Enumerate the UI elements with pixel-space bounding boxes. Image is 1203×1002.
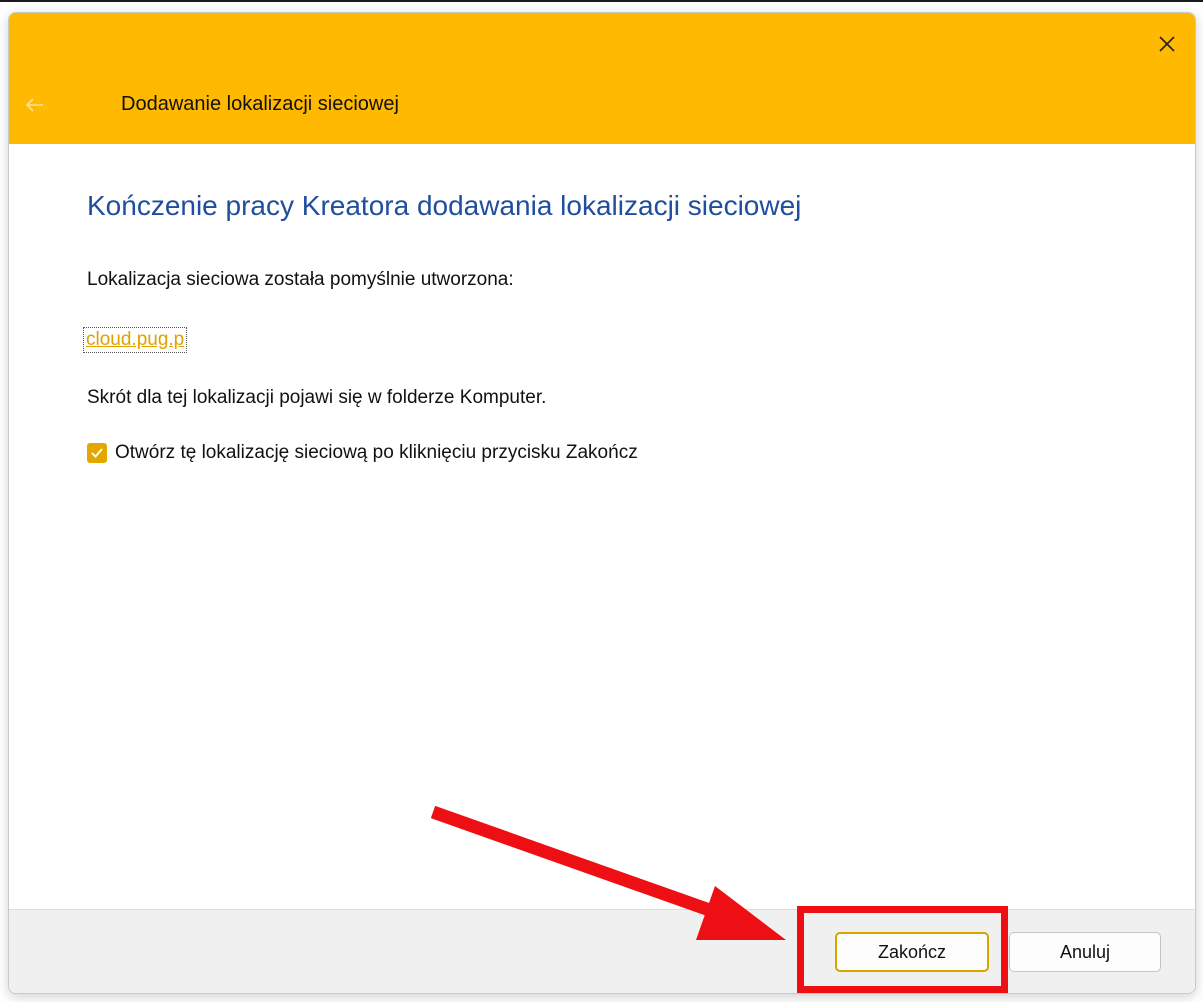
network-location-link[interactable]: cloud.pug.p bbox=[82, 327, 188, 353]
window-title: Dodawanie lokalizacji sieciowej bbox=[121, 93, 399, 115]
success-text: Lokalizacja sieciowa została pomyślnie u… bbox=[87, 269, 514, 290]
cancel-button[interactable]: Anuluj bbox=[1009, 932, 1161, 972]
finish-button[interactable]: Zakończ bbox=[835, 932, 989, 972]
wizard-content: Kończenie pracy Kreatora dodawania lokal… bbox=[9, 144, 1195, 909]
back-arrow-icon bbox=[25, 98, 43, 112]
open-location-checkbox[interactable] bbox=[87, 443, 107, 463]
back-button[interactable] bbox=[15, 85, 55, 125]
open-location-checkbox-label: Otwórz tę lokalizację sieciową po klikni… bbox=[115, 442, 638, 463]
wizard-footer: Zakończ Anuluj bbox=[9, 909, 1195, 993]
open-location-option[interactable]: Otwórz tę lokalizację sieciową po klikni… bbox=[87, 442, 638, 464]
title-bar: Dodawanie lokalizacji sieciowej bbox=[9, 13, 1195, 144]
shortcut-text: Skrót dla tej lokalizacji pojawi się w f… bbox=[87, 387, 547, 408]
screen-top-border bbox=[0, 0, 1203, 2]
close-icon bbox=[1159, 36, 1175, 52]
checkmark-icon bbox=[91, 448, 103, 458]
close-button[interactable] bbox=[1139, 13, 1195, 75]
page-heading: Kończenie pracy Kreatora dodawania lokal… bbox=[87, 190, 802, 221]
wizard-window: Dodawanie lokalizacji sieciowej Kończeni… bbox=[8, 12, 1196, 994]
